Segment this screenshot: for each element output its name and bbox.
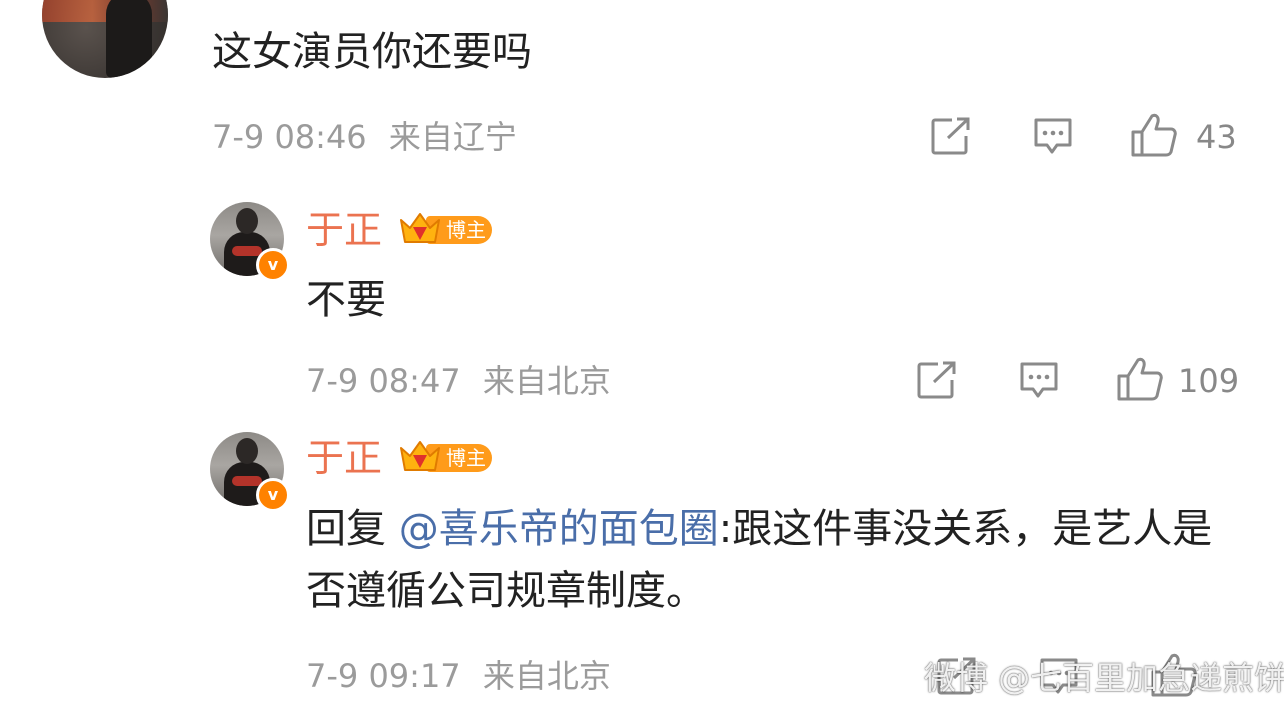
comment-thread: 这女演员你还要吗 7-9 08:46 来自辽宁 43 v 于正 博主 不要 7-… — [0, 0, 1284, 710]
like-button[interactable] — [1116, 356, 1164, 406]
comment-icon — [1034, 118, 1072, 154]
reply-meta: 7-9 08:47 来自北京 — [306, 361, 611, 401]
reply-prefix: 回复 — [306, 506, 386, 552]
reply-location: 来自北京 — [482, 362, 611, 400]
comment-icon — [1020, 362, 1058, 398]
avatar-head — [236, 208, 258, 234]
reply-author-name[interactable]: 于正 — [306, 436, 382, 480]
like-button[interactable] — [1130, 112, 1178, 162]
like-icon — [1117, 357, 1163, 401]
reply-meta: 7-9 09:17 来自北京 — [306, 656, 611, 696]
share-icon — [931, 117, 970, 155]
like-count: 43 — [1196, 118, 1237, 156]
share-icon — [917, 361, 956, 399]
verified-icon: v — [256, 248, 290, 282]
reply-author-name[interactable]: 于正 — [306, 208, 382, 252]
avatar-detail — [232, 476, 262, 486]
blogger-badge: 博主 — [398, 438, 494, 476]
comment-button[interactable] — [1018, 360, 1060, 406]
reply-location: 来自北京 — [482, 657, 611, 695]
comment-meta: 7-9 08:46 来自辽宁 — [212, 117, 517, 157]
reply-time: 7-9 08:47 — [306, 362, 461, 400]
avatar-head — [236, 438, 258, 464]
comment-button[interactable] — [1032, 116, 1074, 162]
like-count: 109 — [1178, 362, 1240, 400]
blogger-badge: 博主 — [398, 210, 494, 248]
crown-icon — [400, 213, 440, 243]
mention-link[interactable]: @喜乐帝的面包圈 — [399, 506, 719, 552]
commenter-avatar[interactable] — [42, 0, 168, 78]
watermark: 微博 @七百里加急递煎饼 — [924, 659, 1284, 697]
share-button[interactable] — [916, 360, 958, 404]
crown-icon — [400, 441, 440, 471]
reply-text: 回复 @喜乐帝的面包圈:跟这件事没关系，是艺人是否遵循公司规章制度。 — [306, 498, 1236, 622]
comment-time: 7-9 08:46 — [212, 118, 367, 156]
avatar-figure — [106, 0, 152, 78]
reply-time: 7-9 09:17 — [306, 657, 461, 695]
like-icon — [1131, 113, 1177, 157]
comment-text: 这女演员你还要吗 — [212, 29, 532, 75]
comment-location: 来自辽宁 — [388, 118, 517, 156]
avatar-detail — [232, 246, 262, 256]
share-button[interactable] — [930, 116, 972, 160]
reply-text: 不要 — [306, 277, 386, 323]
verified-icon: v — [256, 478, 290, 512]
